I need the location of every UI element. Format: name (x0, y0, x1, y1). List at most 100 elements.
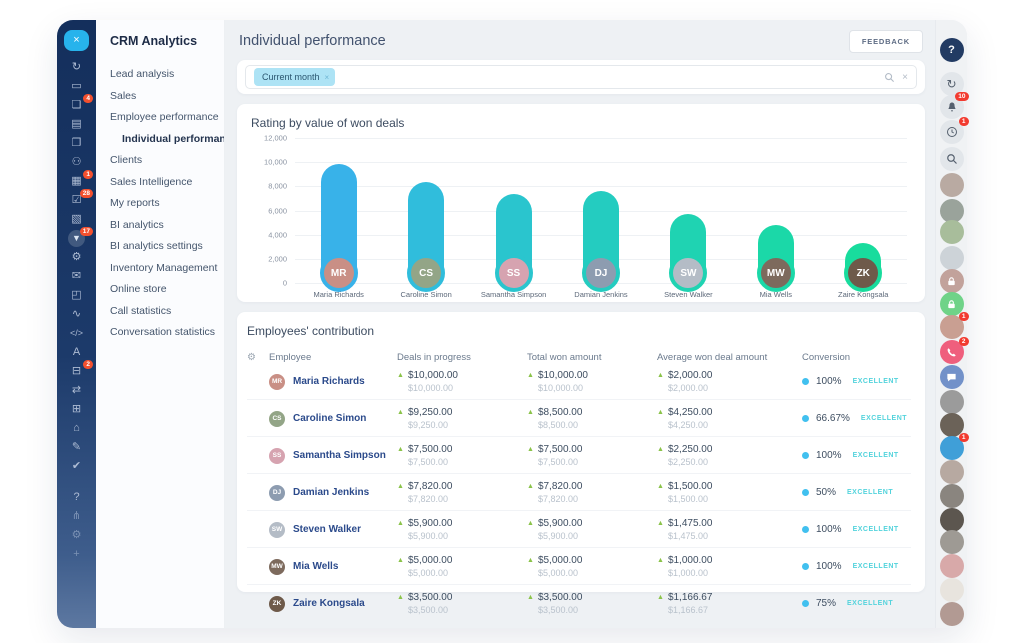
cart-icon[interactable]: ⊞ (57, 400, 96, 419)
shield-icon[interactable]: ✔ (57, 457, 96, 476)
conversion-cell: 50%EXCELLENT (802, 487, 911, 498)
chart-avatar[interactable]: DJ (582, 254, 620, 292)
filter-chip[interactable]: Current month × (254, 68, 335, 86)
contact-avatar[interactable] (940, 484, 964, 508)
team-icon: ⚇ (72, 157, 82, 168)
chip-close-icon[interactable]: × (325, 73, 330, 82)
money-cell: ▲$5,900.00$5,900.00 (397, 518, 527, 541)
printer-icon[interactable]: ⊟2 (57, 362, 96, 381)
pencil-icon[interactable]: ✎ (57, 438, 96, 457)
employee-name-link[interactable]: Zaire Kongsala (293, 598, 365, 609)
sidebar-item-sales-intelligence[interactable]: Sales Intelligence (96, 172, 224, 194)
feedback-button[interactable]: FEEDBACK (849, 30, 923, 53)
search-icon[interactable] (884, 72, 895, 83)
employee-name-link[interactable]: Maria Richards (293, 376, 365, 387)
notification-badge: 1 (959, 433, 969, 442)
money-cell: ▲$2,250.00$2,250.00 (657, 444, 802, 467)
chat-channel-icon[interactable] (940, 365, 964, 389)
filter-input[interactable]: Current month × × (245, 65, 917, 89)
help-button[interactable]: ? (940, 38, 964, 62)
chart-avatar[interactable]: ZK (844, 254, 882, 292)
contact-avatar[interactable]: 1 (940, 315, 964, 339)
help-icon[interactable]: ? (57, 488, 96, 507)
ai-icon[interactable]: A (57, 343, 96, 362)
sidebar-item-lead-analysis[interactable]: Lead analysis (96, 64, 224, 86)
table-card: Employees' contribution ⚙EmployeeDeals i… (237, 312, 925, 592)
code-icon[interactable]: </> (57, 324, 96, 343)
contact-avatar[interactable] (940, 246, 964, 270)
sidebar-item-employee-performance[interactable]: Employee performance (96, 107, 224, 129)
products-icon[interactable]: ◰ (57, 286, 96, 305)
contact-avatar[interactable] (940, 508, 964, 532)
analytics-icon[interactable]: ∿ (57, 305, 96, 324)
sidebar-item-clients[interactable]: Clients (96, 150, 224, 172)
chart-avatar[interactable]: CS (407, 254, 445, 292)
contact-avatar[interactable] (940, 602, 964, 626)
previous-value: $1,166.67 (668, 605, 802, 615)
chart-avatar[interactable]: MR (320, 254, 358, 292)
swap-icon[interactable]: ⇄ (57, 381, 96, 400)
contact-avatar[interactable] (940, 460, 964, 484)
locked-channel-icon[interactable] (940, 269, 964, 293)
settings-icon[interactable]: ⚙ (57, 526, 96, 545)
sidebar-item-call-statistics[interactable]: Call statistics (96, 301, 224, 323)
sidebar-item-individual-performance[interactable]: Individual performance (96, 129, 224, 151)
sidebar-item-sales[interactable]: Sales (96, 86, 224, 108)
contact-avatar[interactable] (940, 554, 964, 578)
value-text: $7,820.00 (538, 481, 583, 492)
sidebar-item-bi-analytics[interactable]: BI analytics (96, 215, 224, 237)
contact-avatar[interactable] (940, 390, 964, 414)
chart-avatar[interactable]: SS (495, 254, 533, 292)
funnel-icon[interactable]: ▼17 (57, 229, 96, 248)
current-value: ▲$5,000.00 (397, 555, 527, 566)
monitor-icon[interactable]: ▭ (57, 77, 96, 96)
column-header: Total won amount (527, 352, 657, 363)
chart-avatar[interactable]: SW (669, 254, 707, 292)
share-icon[interactable]: ⋔ (57, 507, 96, 526)
chart-avatar[interactable]: MW (757, 254, 795, 292)
clear-filter-icon[interactable]: × (902, 72, 908, 83)
gear-icon[interactable]: ⚙ (247, 352, 269, 363)
notification-badge: 4 (83, 94, 93, 103)
card-icon[interactable]: ▤ (57, 115, 96, 134)
search-icon[interactable] (940, 147, 964, 171)
mail-icon[interactable]: ✉ (57, 267, 96, 286)
automation-icon[interactable]: ⚙ (57, 248, 96, 267)
trend-up-icon: ▲ (657, 446, 664, 453)
employee-name-link[interactable]: Damian Jenkins (293, 487, 369, 498)
sidebar-item-online-store[interactable]: Online store (96, 279, 224, 301)
tasks-icon[interactable]: ☑28 (57, 191, 96, 210)
contact-avatar[interactable] (940, 173, 964, 197)
employee-name-link[interactable]: Steven Walker (293, 524, 361, 535)
calendar-icon[interactable]: ▦1 (57, 172, 96, 191)
notification-badge: 28 (80, 189, 93, 198)
sidebar-item-my-reports[interactable]: My reports (96, 193, 224, 215)
compass-icon[interactable]: ↻ (57, 58, 96, 77)
contact-avatar[interactable] (940, 578, 964, 602)
employee-name-link[interactable]: Samantha Simpson (293, 450, 386, 461)
sidebar-item-bi-analytics-settings[interactable]: BI analytics settings (96, 236, 224, 258)
phone-channel-icon[interactable]: 2 (940, 340, 964, 364)
trend-up-icon: ▲ (657, 520, 664, 527)
chat-icon[interactable]: ❏4 (57, 96, 96, 115)
contact-avatar[interactable]: 1 (940, 436, 964, 460)
history-clock-icon[interactable]: 1 (940, 120, 964, 144)
contact-avatar[interactable] (940, 220, 964, 244)
x-axis-label: Caroline Simon (382, 290, 469, 299)
notifications-bell-icon[interactable]: 10 (940, 95, 964, 119)
sidebar-item-inventory-management[interactable]: Inventory Management (96, 258, 224, 280)
sidebar-item-conversation-statistics[interactable]: Conversation statistics (96, 322, 224, 344)
y-axis-tick-label: 6,000 (268, 206, 287, 215)
store-icon[interactable]: ⌂ (57, 419, 96, 438)
employee-name-link[interactable]: Mia Wells (293, 561, 338, 572)
team-icon[interactable]: ⚇ (57, 153, 96, 172)
document-icon[interactable]: ❐ (57, 134, 96, 153)
plus-icon[interactable]: + (57, 545, 96, 564)
news-icon[interactable]: ▧ (57, 210, 96, 229)
close-button[interactable]: × (64, 30, 89, 51)
bar-column: MR (295, 138, 382, 283)
employee-name-link[interactable]: Caroline Simon (293, 413, 366, 424)
contact-avatar[interactable] (940, 530, 964, 554)
bar-column: SW (645, 138, 732, 283)
document-icon: ❐ (72, 138, 82, 149)
